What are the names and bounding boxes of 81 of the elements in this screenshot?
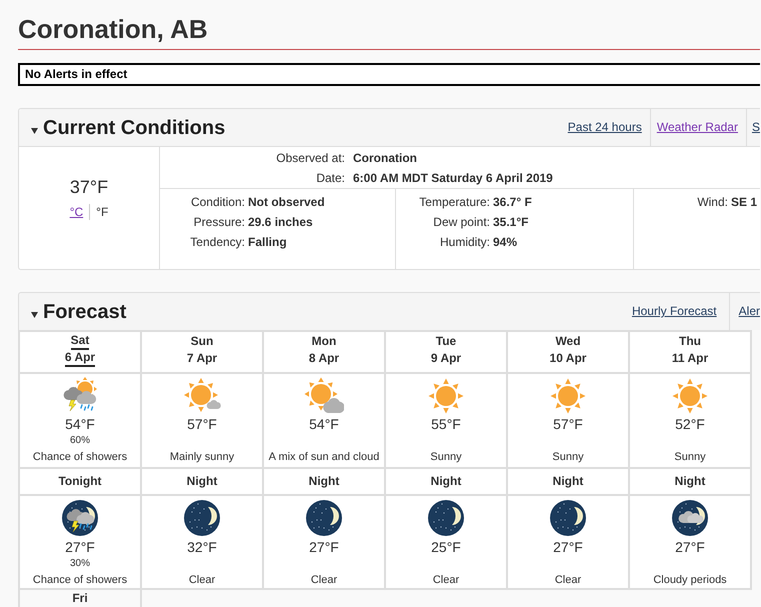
forecast-summary: Chance of showers: [32, 450, 128, 464]
alert-banner: No Alerts in effect: [18, 63, 760, 86]
moon-stars-icon: [306, 500, 342, 536]
header-link[interactable]: Past 24 hours: [568, 120, 642, 135]
day-tab[interactable]: Sun 7 Apr: [186, 333, 218, 367]
forecast-summary: Sunny: [552, 450, 584, 464]
field-value: Not observed: [248, 194, 325, 210]
forecast-temperature: 57°F: [187, 415, 217, 433]
field-value: 6:00 AM MDT Saturday 6 April 2019: [353, 170, 553, 186]
unit-option[interactable]: °C: [70, 204, 84, 220]
field-label: Pressure:: [194, 214, 245, 228]
moon-cloud-icon: [672, 500, 708, 536]
moon-stars-icon: [550, 500, 586, 536]
forecast-temperature: 54°F: [309, 415, 339, 433]
field-value: 94%: [493, 234, 518, 250]
moon-stars-icon: [184, 500, 220, 536]
period-label: Night: [552, 474, 584, 489]
header-link[interactable]: Hourly Forecast: [632, 304, 717, 319]
field-value: 35.1°F: [493, 214, 528, 230]
forecast-temperature: 27°F: [65, 538, 95, 556]
period-label: Night: [308, 474, 340, 489]
period-label: Night: [186, 474, 218, 489]
caret-icon[interactable]: [31, 312, 38, 318]
forecast-summary: Sunny: [674, 450, 706, 464]
forecast-summary: Clear: [432, 573, 460, 587]
moon-stars-icon: [428, 500, 464, 536]
header-link[interactable]: S: [752, 120, 760, 135]
forecast-temperature: 27°F: [675, 538, 705, 556]
forecast-summary: A mix of sun and cloud: [268, 450, 380, 464]
field-label: Condition:: [190, 194, 245, 208]
field-label: Date:: [316, 170, 345, 184]
precipitation-chance: 60%: [70, 435, 90, 447]
panel-title: Current Conditions: [43, 116, 226, 140]
caret-icon[interactable]: [31, 128, 38, 134]
sun-icon: [426, 377, 466, 415]
current-temperature: 37°F: [70, 176, 108, 198]
day-tab[interactable]: Wed 10 Apr: [550, 333, 586, 367]
forecast-summary: Mainly sunny: [170, 450, 234, 464]
field-label: Humidity:: [440, 234, 490, 248]
forecast-temperature: 54°F: [65, 415, 95, 433]
forecast-summary: Clear: [554, 573, 582, 587]
field-value: Coronation: [353, 150, 417, 166]
period-label: Night: [430, 474, 462, 489]
day-tab[interactable]: Tue 9 Apr: [430, 333, 462, 367]
header-link[interactable]: Aler: [738, 304, 760, 319]
panel-title: Forecast: [43, 300, 126, 324]
field-value: Falling: [248, 234, 287, 250]
moon-cloud-lightning-rain-icon: [62, 500, 98, 536]
field-value: 36.7° F: [493, 194, 532, 210]
day-tab[interactable]: Fri: [72, 590, 88, 607]
forecast-summary: Clear: [188, 573, 216, 587]
precipitation-chance: 30%: [70, 558, 90, 570]
forecast-temperature: 32°F: [187, 538, 217, 556]
day-tab[interactable]: Mon 8 Apr: [308, 333, 340, 367]
forecast-summary: Cloudy periods: [653, 573, 727, 587]
forecast-temperature: 55°F: [431, 415, 461, 433]
header-link[interactable]: Weather Radar: [656, 120, 738, 135]
forecast-temperature: 52°F: [675, 415, 705, 433]
sun-icon: [548, 377, 588, 415]
day-tab[interactable]: Thu 11 Apr: [672, 333, 708, 367]
field-value: SE 1: [731, 194, 758, 210]
forecast-temperature: 57°F: [553, 415, 583, 433]
unit-option: °F: [96, 204, 108, 220]
forecast-summary: Clear: [310, 573, 338, 587]
field-label: Tendency:: [190, 234, 245, 248]
forecast-temperature: 27°F: [309, 538, 339, 556]
period-label: Night: [674, 474, 706, 489]
forecast-temperature: 27°F: [553, 538, 583, 556]
field-label: Dew point:: [433, 214, 490, 228]
page-title: Coronation, AB: [18, 14, 208, 44]
day-tab[interactable]: Sat 6 Apr: [64, 333, 96, 367]
field-label: Temperature:: [419, 194, 490, 208]
sun-icon: [670, 377, 710, 415]
field-label: Wind:: [697, 194, 728, 208]
forecast-temperature: 25°F: [431, 538, 461, 556]
forecast-summary: Sunny: [430, 450, 462, 464]
field-label: Observed at:: [276, 150, 345, 164]
sun-cloud-icon: [304, 377, 344, 415]
forecast-summary: Chance of showers: [32, 573, 128, 587]
field-value: 29.6 inches: [248, 214, 313, 230]
period-label: Tonight: [58, 474, 102, 489]
